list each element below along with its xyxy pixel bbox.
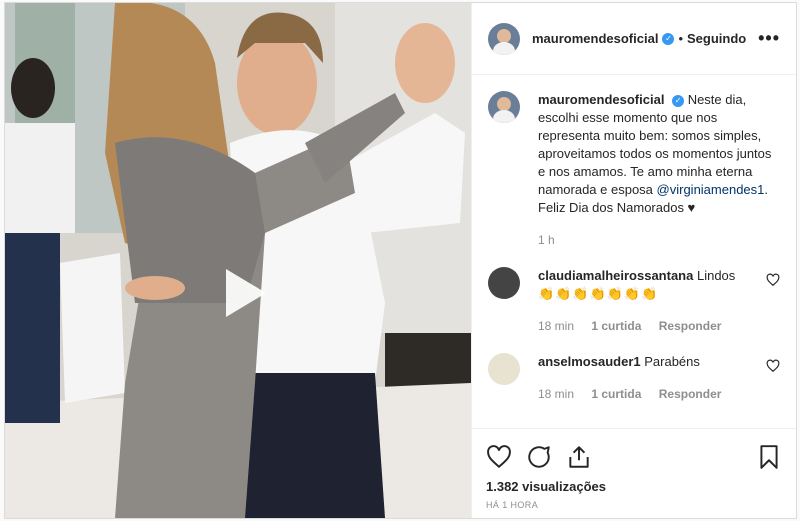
- more-options-icon[interactable]: •••: [758, 28, 780, 49]
- comment-item: claudiamalheirossantana Lindos 👏👏👏👏👏👏👏 1…: [488, 267, 780, 335]
- post-actions: 1.382 visualizações HÁ 1 HORA: [472, 428, 796, 518]
- play-icon: [226, 269, 266, 317]
- comment-like-heart-icon[interactable]: [766, 359, 780, 373]
- view-count[interactable]: 1.382 visualizações: [486, 479, 782, 494]
- caption-meta: 1 h: [538, 231, 780, 249]
- post-timestamp[interactable]: HÁ 1 HORA: [486, 500, 782, 510]
- author-username[interactable]: mauromendesoficial: [532, 31, 658, 46]
- follow-status-button[interactable]: Seguindo: [687, 31, 746, 46]
- comment-likes-count[interactable]: 1 curtida: [591, 319, 641, 333]
- comment-time[interactable]: 18 min: [538, 387, 574, 401]
- post-header: mauromendesoficial ✓ • Seguindo •••: [472, 3, 796, 75]
- author-avatar[interactable]: [488, 22, 520, 55]
- action-icons: [486, 437, 782, 477]
- comment-avatar[interactable]: [488, 267, 520, 299]
- post-dialog: mauromendesoficial ✓ • Seguindo ••• maur…: [4, 2, 797, 519]
- verified-badge-icon: ✓: [672, 94, 685, 107]
- comment-username[interactable]: anselmosauder1: [538, 354, 641, 369]
- separator-dot: •: [678, 31, 683, 46]
- share-icon[interactable]: [566, 444, 592, 470]
- heart-icon[interactable]: [486, 444, 512, 470]
- comments-list: mauromendesoficial ✓ Neste dia, escolhi …: [472, 75, 796, 428]
- comment-like-heart-icon[interactable]: [766, 273, 780, 287]
- comment-likes-count[interactable]: 1 curtida: [591, 387, 641, 401]
- play-button[interactable]: [210, 261, 274, 325]
- caption: mauromendesoficial ✓ Neste dia, escolhi …: [488, 91, 780, 249]
- bookmark-icon[interactable]: [756, 444, 782, 470]
- comment-text: Parabéns: [644, 354, 700, 369]
- post-sidebar: mauromendesoficial ✓ • Seguindo ••• maur…: [471, 3, 796, 518]
- comment-text: Lindos: [696, 268, 736, 283]
- comment-username[interactable]: claudiamalheirossantana: [538, 268, 693, 283]
- comment-item: anselmosauder1 Parabéns 18 min 1 curtida…: [488, 353, 780, 403]
- comment-time[interactable]: 18 min: [538, 319, 574, 333]
- comment-meta: 18 min 1 curtida Responder: [538, 317, 756, 335]
- comment-meta: 18 min 1 curtida Responder: [538, 385, 756, 403]
- reply-button[interactable]: Responder: [659, 319, 722, 333]
- comment-emoji: 👏👏👏👏👏👏👏: [538, 286, 659, 301]
- caption-mention-link[interactable]: @virginiamendes1: [657, 182, 765, 197]
- caption-username[interactable]: mauromendesoficial: [538, 92, 664, 107]
- comment-avatar[interactable]: [488, 353, 520, 385]
- reply-button[interactable]: Responder: [659, 387, 722, 401]
- comment-icon[interactable]: [526, 444, 552, 470]
- caption-avatar[interactable]: [488, 91, 520, 123]
- video-player[interactable]: [5, 3, 471, 518]
- caption-time[interactable]: 1 h: [538, 233, 555, 247]
- verified-badge-icon: ✓: [662, 32, 675, 45]
